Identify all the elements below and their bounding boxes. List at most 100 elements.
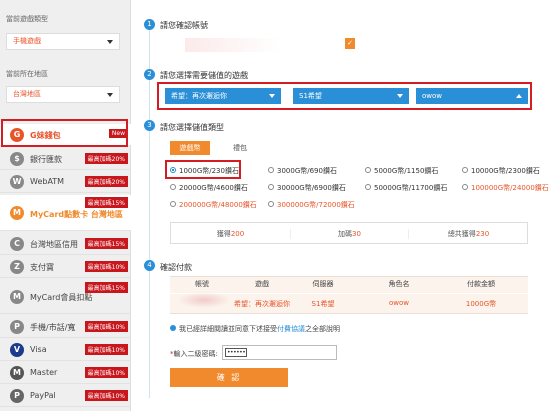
sidebar-item-bank-transfer[interactable]: $ 銀行匯款 最高加碼20%: [0, 148, 131, 170]
tab-game-currency[interactable]: 遊戲幣: [170, 141, 210, 155]
phone-icon: P: [10, 320, 24, 334]
step-number: 3: [144, 120, 155, 131]
table-header: 付款金額: [467, 280, 495, 288]
topup-option[interactable]: 200000G幣/48000鑽石: [170, 200, 257, 210]
summary-total: 總共獲得230: [447, 230, 490, 238]
region-select[interactable]: 台灣地區: [6, 86, 120, 103]
server-select[interactable]: S1希望: [293, 88, 409, 104]
bonus-badge: 最高加碼15%: [84, 282, 128, 293]
alipay-icon: Z: [10, 260, 24, 274]
account-field[interactable]: [185, 38, 345, 52]
radio-icon: [268, 184, 274, 190]
credit-card-icon: C: [10, 237, 24, 251]
mycard-icon: M: [10, 290, 24, 304]
sidebar-item-mycard[interactable]: M MyCard點數卡 台灣地區 最高加碼15%: [0, 195, 131, 231]
sidebar-item-label: MyCard點數卡 台灣地區: [30, 210, 123, 219]
region-label: 當前所在地區: [6, 70, 48, 78]
step-number: 2: [144, 69, 155, 80]
password-value: ••••••: [225, 348, 247, 357]
chevron-down-icon: [107, 40, 113, 44]
sidebar-item-label: Master: [30, 368, 58, 377]
password-label: *輸入二級密碼:: [170, 350, 218, 358]
bonus-badge: 最高加碼20%: [84, 176, 128, 187]
topup-option[interactable]: 5000G幣/1150鑽石: [365, 166, 438, 176]
terms-link[interactable]: 付費協議: [277, 325, 305, 333]
sidebar-item-webatm[interactable]: W WebATM 最高加碼20%: [0, 171, 131, 193]
dollar-icon: $: [10, 152, 24, 166]
sidebar-item-label: WebATM: [30, 177, 65, 186]
check-icon[interactable]: ✓: [345, 38, 355, 49]
table-header: 遊戲: [255, 280, 269, 288]
step-title: 請您選擇儲值類型: [160, 123, 224, 132]
summary-bonus: 加碼30: [290, 229, 409, 239]
table-cell: owow: [388, 299, 409, 307]
table-cell: S1希望: [311, 300, 335, 308]
sidebar-item-master[interactable]: M Master 最高加碼10%: [0, 362, 131, 384]
radio-icon: [365, 184, 371, 190]
sidebar-item-label: 手機/市話/寬: [30, 323, 76, 332]
bonus-badge: 最高加碼10%: [84, 390, 128, 401]
sidebar-item-alipay[interactable]: Z 支付寶 最高加碼10%: [0, 256, 131, 278]
step-number: 4: [144, 260, 155, 271]
step-title: 請您選擇需要儲值的遊戲: [160, 71, 248, 80]
sidebar-item-label: MyCard會員扣點: [30, 293, 93, 302]
bonus-badge: 最高加碼10%: [84, 261, 128, 272]
topup-option[interactable]: 100000G幣/24000鑽石: [462, 183, 549, 193]
sidebar: 當前遊戲類型 手機遊戲 當前所在地區 台灣地區 G G妹錢包 New $ 銀行匯…: [0, 0, 131, 411]
game-value: 希望：再次邂逅你: [171, 92, 227, 100]
bonus-badge: 最高加碼10%: [84, 321, 128, 332]
highlight-outline: [1, 119, 128, 147]
radio-icon: [268, 201, 274, 207]
topup-option[interactable]: 300000G幣/72000鑽石: [268, 200, 355, 210]
sidebar-item-label: 支付寶: [30, 263, 54, 272]
game-type-select[interactable]: 手機遊戲: [6, 33, 120, 50]
game-type-label: 當前遊戲類型: [6, 15, 48, 23]
password-field[interactable]: ••••••: [222, 345, 337, 360]
step-number: 1: [144, 19, 155, 30]
role-value: owow: [422, 92, 443, 100]
sidebar-item-label: Visa: [30, 345, 47, 354]
radio-icon: [462, 167, 468, 173]
visa-icon: V: [10, 343, 24, 357]
bonus-badge: 最高加碼15%: [84, 238, 128, 249]
mycard-icon: M: [10, 206, 24, 220]
role-select[interactable]: owow: [416, 88, 528, 104]
table-header: 帳號: [195, 280, 209, 288]
chevron-down-icon: [107, 93, 113, 97]
bonus-badge: 最高加碼15%: [84, 197, 128, 208]
step-title: 請您確認帳號: [160, 21, 208, 30]
game-select-row: 希望：再次邂逅你 S1希望 owow: [157, 82, 532, 110]
topup-option[interactable]: 10000G幣/2300鑽石: [462, 166, 540, 176]
tab-gift-pack[interactable]: 禮包: [225, 141, 255, 155]
mastercard-icon: M: [10, 366, 24, 380]
region-value: 台灣地區: [13, 90, 41, 98]
radio-icon: [170, 201, 176, 207]
atm-icon: W: [10, 175, 24, 189]
topup-option[interactable]: 30000G幣/6900鑽石: [268, 183, 346, 193]
table-header: 伺服器: [312, 280, 334, 288]
topup-option[interactable]: 20000G幣/4600鑽石: [170, 183, 248, 193]
sidebar-item-visa[interactable]: V Visa 最高加碼10%: [0, 339, 131, 361]
radio-icon: [365, 167, 371, 173]
paypal-icon: P: [10, 389, 24, 403]
topup-option[interactable]: 50000G幣/11700鑽石: [365, 183, 447, 193]
radio-icon: [462, 184, 468, 190]
sidebar-item-label: PayPal: [30, 391, 56, 400]
sidebar-item-mycard-member[interactable]: M MyCard會員扣點 最高加碼15%: [0, 280, 131, 314]
radio-icon: [170, 184, 176, 190]
topup-option[interactable]: 3000G幣/690鑽石: [268, 166, 337, 176]
sidebar-item-credit-card[interactable]: C 台灣地區信用 最高加碼15%: [0, 233, 131, 255]
game-type-value: 手機遊戲: [13, 37, 41, 45]
bonus-badge: 最高加碼10%: [84, 344, 128, 355]
server-value: S1希望: [299, 92, 322, 100]
confirm-button[interactable]: 確 認: [170, 368, 288, 387]
summary-obtain: 獲得200: [216, 230, 245, 238]
account-blurred: [178, 292, 230, 308]
chevron-down-icon: [269, 94, 275, 98]
sidebar-item-phone[interactable]: P 手機/市話/寬 最高加碼10%: [0, 316, 131, 338]
summary-box: 獲得200 加碼30 總共獲得230: [170, 222, 528, 244]
selected-option-outline: [165, 160, 241, 179]
sidebar-item-paypal[interactable]: P PayPal 最高加碼10%: [0, 385, 131, 407]
game-select[interactable]: 希望：再次邂逅你: [165, 88, 281, 104]
agreement-line[interactable]: 我已經詳細閱讀並同意下述接受付費協議之全部說明: [170, 324, 340, 334]
